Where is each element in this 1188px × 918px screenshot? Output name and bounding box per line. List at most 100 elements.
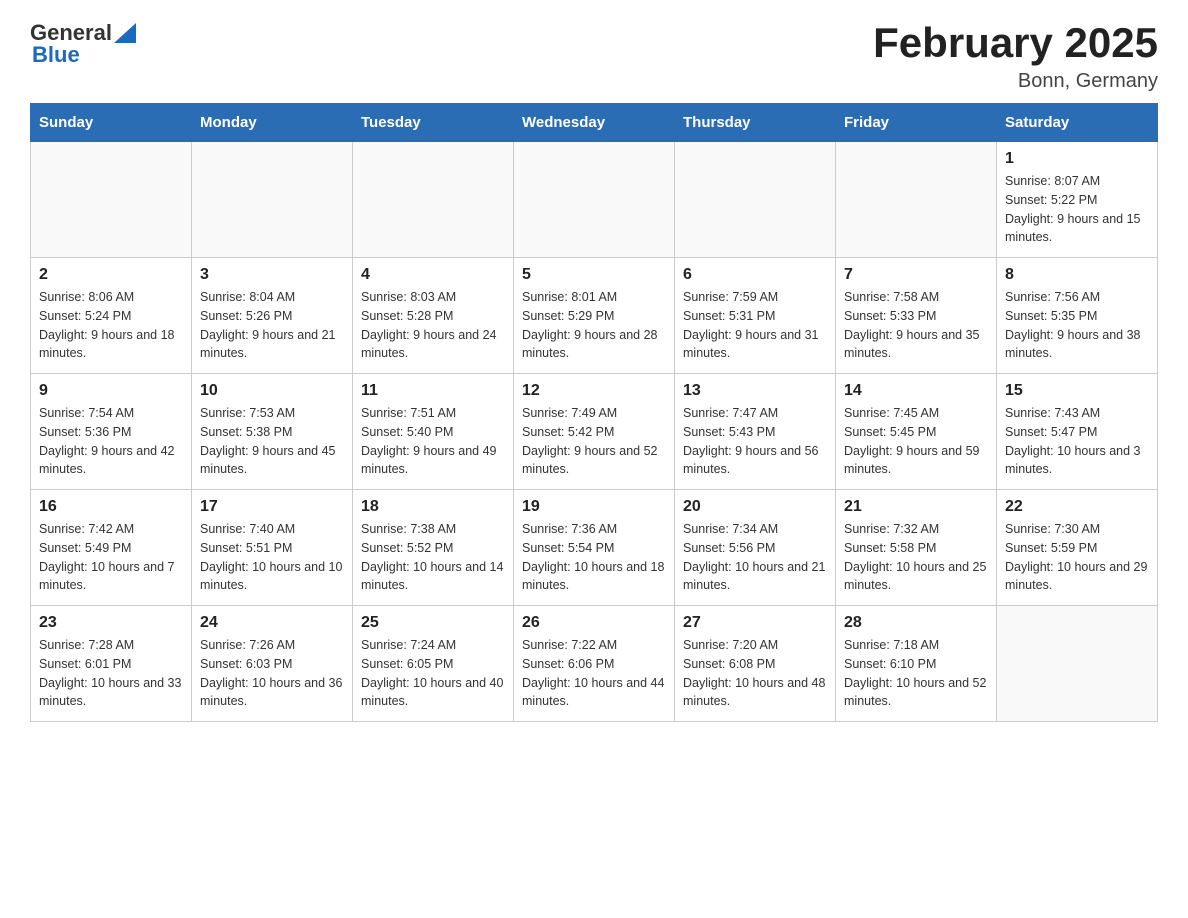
day-number: 19 — [522, 498, 666, 516]
day-number: 3 — [200, 266, 344, 284]
day-number: 26 — [522, 614, 666, 632]
calendar-cell: 9Sunrise: 7:54 AMSunset: 5:36 PMDaylight… — [31, 374, 192, 490]
calendar-cell: 27Sunrise: 7:20 AMSunset: 6:08 PMDayligh… — [675, 606, 836, 722]
day-number: 13 — [683, 382, 827, 400]
calendar-cell: 7 Sunrise: 7:58 AMSunset: 5:33 PMDaylight… — [836, 258, 997, 374]
day-info: Sunrise: 7:36 AMSunset: 5:54 PMDaylight:… — [522, 520, 666, 595]
calendar-cell: 20 Sunrise: 7:34 AMSunset: 5:56 PMDayligh… — [675, 490, 836, 606]
calendar-cell: 1 Sunrise: 8:07 AMSunset: 5:22 PMDaylight… — [997, 142, 1158, 258]
calendar-cell: 25 Sunrise: 7:24 AMSunset: 6:05 PMDayligh… — [353, 606, 514, 722]
day-info: Sunrise: 7:59 AMSunset: 5:31 PMDaylight:… — [683, 288, 827, 363]
day-number: 28 — [844, 614, 988, 632]
calendar-cell: 6Sunrise: 7:59 AMSunset: 5:31 PMDaylight… — [675, 258, 836, 374]
calendar-cell — [675, 142, 836, 258]
day-number: 14 — [844, 382, 988, 400]
week-row-4: 16Sunrise: 7:42 AMSunset: 5:49 PMDayligh… — [31, 490, 1158, 606]
calendar-subtitle: Bonn, Germany — [873, 70, 1158, 93]
day-info: Sunrise: 7:58 AMSunset: 5:33 PMDaylight:… — [844, 288, 988, 363]
day-number: 10 — [200, 382, 344, 400]
calendar-cell: 26 Sunrise: 7:22 AMSunset: 6:06 PMDayligh… — [514, 606, 675, 722]
calendar-cell: 22 Sunrise: 7:30 AMSunset: 5:59 PMDayligh… — [997, 490, 1158, 606]
day-number: 11 — [361, 382, 505, 400]
calendar-cell: 14 Sunrise: 7:45 AMSunset: 5:45 PMDayligh… — [836, 374, 997, 490]
calendar-cell: 11 Sunrise: 7:51 AMSunset: 5:40 PMDayligh… — [353, 374, 514, 490]
day-number: 12 — [522, 382, 666, 400]
weekday-header-friday: Friday — [836, 104, 997, 142]
calendar-cell — [353, 142, 514, 258]
calendar-cell — [31, 142, 192, 258]
calendar-cell: 15 Sunrise: 7:43 AMSunset: 5:47 PMDayligh… — [997, 374, 1158, 490]
calendar-cell: 18 Sunrise: 7:38 AMSunset: 5:52 PMDayligh… — [353, 490, 514, 606]
logo-triangle-icon — [114, 23, 136, 45]
day-info: Sunrise: 8:06 AMSunset: 5:24 PMDaylight:… — [39, 288, 183, 363]
weekday-header-wednesday: Wednesday — [514, 104, 675, 142]
page-header: General Blue February 2025 Bonn, Germany — [30, 20, 1158, 93]
weekday-header-sunday: Sunday — [31, 104, 192, 142]
calendar-cell: 21Sunrise: 7:32 AMSunset: 5:58 PMDayligh… — [836, 490, 997, 606]
day-info: Sunrise: 8:04 AMSunset: 5:26 PMDaylight:… — [200, 288, 344, 363]
day-info: Sunrise: 7:40 AMSunset: 5:51 PMDaylight:… — [200, 520, 344, 595]
day-info: Sunrise: 7:49 AMSunset: 5:42 PMDaylight:… — [522, 404, 666, 479]
calendar-cell — [514, 142, 675, 258]
day-info: Sunrise: 7:43 AMSunset: 5:47 PMDaylight:… — [1005, 404, 1149, 479]
day-info: Sunrise: 7:30 AMSunset: 5:59 PMDaylight:… — [1005, 520, 1149, 595]
day-number: 8 — [1005, 266, 1149, 284]
logo: General Blue — [30, 20, 136, 68]
day-number: 9 — [39, 382, 183, 400]
day-info: Sunrise: 7:38 AMSunset: 5:52 PMDaylight:… — [361, 520, 505, 595]
day-info: Sunrise: 8:03 AMSunset: 5:28 PMDaylight:… — [361, 288, 505, 363]
day-number: 24 — [200, 614, 344, 632]
day-number: 4 — [361, 266, 505, 284]
calendar-cell: 12 Sunrise: 7:49 AMSunset: 5:42 PMDayligh… — [514, 374, 675, 490]
day-number: 21 — [844, 498, 988, 516]
week-row-1: 1 Sunrise: 8:07 AMSunset: 5:22 PMDaylight… — [31, 142, 1158, 258]
day-info: Sunrise: 7:24 AMSunset: 6:05 PMDaylight:… — [361, 636, 505, 711]
calendar-cell — [836, 142, 997, 258]
calendar-cell: 3 Sunrise: 8:04 AMSunset: 5:26 PMDaylight… — [192, 258, 353, 374]
weekday-header-tuesday: Tuesday — [353, 104, 514, 142]
day-number: 22 — [1005, 498, 1149, 516]
calendar-cell — [997, 606, 1158, 722]
weekday-header-row: SundayMondayTuesdayWednesdayThursdayFrid… — [31, 104, 1158, 142]
calendar-cell: 23 Sunrise: 7:28 AMSunset: 6:01 PMDayligh… — [31, 606, 192, 722]
day-info: Sunrise: 7:34 AMSunset: 5:56 PMDaylight:… — [683, 520, 827, 595]
weekday-header-monday: Monday — [192, 104, 353, 142]
week-row-3: 9Sunrise: 7:54 AMSunset: 5:36 PMDaylight… — [31, 374, 1158, 490]
day-info: Sunrise: 7:53 AMSunset: 5:38 PMDaylight:… — [200, 404, 344, 479]
day-number: 16 — [39, 498, 183, 516]
day-info: Sunrise: 7:26 AMSunset: 6:03 PMDaylight:… — [200, 636, 344, 711]
day-number: 7 — [844, 266, 988, 284]
day-info: Sunrise: 7:18 AMSunset: 6:10 PMDaylight:… — [844, 636, 988, 711]
calendar-cell: 2 Sunrise: 8:06 AMSunset: 5:24 PMDaylight… — [31, 258, 192, 374]
day-info: Sunrise: 8:07 AMSunset: 5:22 PMDaylight:… — [1005, 172, 1149, 247]
calendar-table: SundayMondayTuesdayWednesdayThursdayFrid… — [30, 103, 1158, 722]
day-number: 5 — [522, 266, 666, 284]
day-number: 18 — [361, 498, 505, 516]
calendar-cell: 16Sunrise: 7:42 AMSunset: 5:49 PMDayligh… — [31, 490, 192, 606]
calendar-cell: 24 Sunrise: 7:26 AMSunset: 6:03 PMDayligh… — [192, 606, 353, 722]
week-row-5: 23 Sunrise: 7:28 AMSunset: 6:01 PMDayligh… — [31, 606, 1158, 722]
day-info: Sunrise: 7:47 AMSunset: 5:43 PMDaylight:… — [683, 404, 827, 479]
calendar-cell: 4 Sunrise: 8:03 AMSunset: 5:28 PMDaylight… — [353, 258, 514, 374]
day-number: 20 — [683, 498, 827, 516]
day-number: 1 — [1005, 150, 1149, 168]
day-number: 17 — [200, 498, 344, 516]
calendar-title: February 2025 — [873, 20, 1158, 66]
weekday-header-thursday: Thursday — [675, 104, 836, 142]
day-number: 25 — [361, 614, 505, 632]
day-number: 2 — [39, 266, 183, 284]
day-info: Sunrise: 8:01 AMSunset: 5:29 PMDaylight:… — [522, 288, 666, 363]
day-number: 15 — [1005, 382, 1149, 400]
day-info: Sunrise: 7:56 AMSunset: 5:35 PMDaylight:… — [1005, 288, 1149, 363]
calendar-cell: 13 Sunrise: 7:47 AMSunset: 5:43 PMDayligh… — [675, 374, 836, 490]
calendar-cell: 17 Sunrise: 7:40 AMSunset: 5:51 PMDayligh… — [192, 490, 353, 606]
day-number: 23 — [39, 614, 183, 632]
day-info: Sunrise: 7:22 AMSunset: 6:06 PMDaylight:… — [522, 636, 666, 711]
day-info: Sunrise: 7:28 AMSunset: 6:01 PMDaylight:… — [39, 636, 183, 711]
calendar-cell: 28 Sunrise: 7:18 AMSunset: 6:10 PMDayligh… — [836, 606, 997, 722]
logo-text-blue: Blue — [32, 42, 80, 68]
calendar-cell: 8 Sunrise: 7:56 AMSunset: 5:35 PMDaylight… — [997, 258, 1158, 374]
day-info: Sunrise: 7:45 AMSunset: 5:45 PMDaylight:… — [844, 404, 988, 479]
day-info: Sunrise: 7:51 AMSunset: 5:40 PMDaylight:… — [361, 404, 505, 479]
calendar-cell — [192, 142, 353, 258]
